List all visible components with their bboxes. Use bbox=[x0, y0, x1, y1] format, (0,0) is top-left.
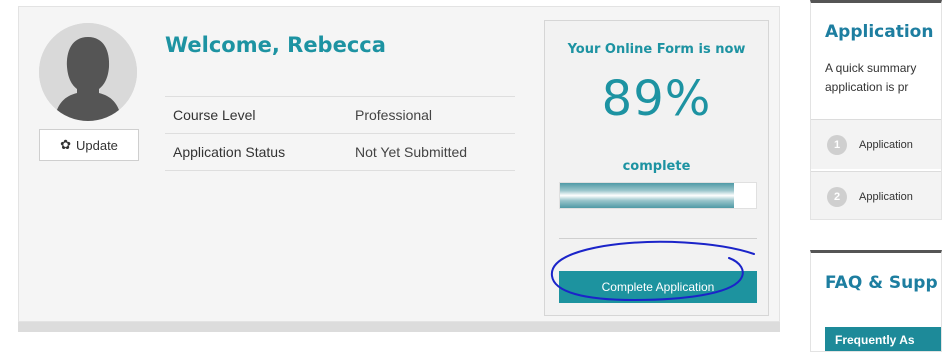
update-button-label: Update bbox=[75, 137, 118, 153]
progress-bar-fill bbox=[560, 183, 735, 208]
summary-title: Application bbox=[825, 22, 934, 42]
progress-panel: Your Online Form is now 89% complete Com… bbox=[544, 20, 769, 316]
info-row-application-status: Application Status Not Yet Submitted bbox=[165, 134, 515, 171]
avatar bbox=[39, 23, 137, 121]
progress-complete-label: complete bbox=[622, 159, 691, 174]
progress-bar bbox=[559, 182, 757, 209]
application-summary-card: Application A quick summary application … bbox=[810, 0, 942, 220]
summary-step-1[interactable]: 1 Application bbox=[811, 119, 941, 169]
info-key: Course Level bbox=[173, 107, 256, 123]
card-bottom-bar bbox=[18, 322, 780, 332]
info-key: Application Status bbox=[173, 144, 286, 160]
summary-description: A quick summary application is pr bbox=[825, 59, 941, 97]
complete-application-button[interactable]: Complete Application bbox=[559, 271, 757, 303]
info-row-course-level: Course Level Professional bbox=[165, 97, 515, 134]
update-button[interactable]: ✿ Update bbox=[39, 129, 139, 161]
step-number: 1 bbox=[827, 134, 847, 155]
info-value: Not Yet Submitted bbox=[355, 144, 468, 160]
step-label: Application bbox=[859, 138, 913, 151]
welcome-card: ✿ Update Welcome, Rebecca Course Level P… bbox=[18, 6, 780, 322]
summary-desc-line: application is pr bbox=[825, 80, 909, 94]
user-silhouette-icon bbox=[39, 23, 137, 121]
progress-title: Your Online Form is now bbox=[567, 42, 746, 57]
step-label: Application bbox=[859, 190, 913, 203]
summary-desc-line: A quick summary bbox=[825, 61, 917, 75]
info-value: Professional bbox=[355, 107, 433, 123]
frequently-asked-button[interactable]: Frequently As bbox=[825, 327, 941, 351]
faq-support-card: FAQ & Supp Frequently As bbox=[810, 250, 942, 352]
step-number: 2 bbox=[827, 186, 847, 207]
application-info-table: Course Level Professional Application St… bbox=[165, 96, 515, 171]
summary-step-2[interactable]: 2 Application bbox=[811, 171, 941, 219]
divider bbox=[559, 238, 757, 239]
progress-percent: 89% bbox=[601, 71, 712, 127]
faq-title: FAQ & Supp bbox=[825, 273, 938, 293]
welcome-heading: Welcome, Rebecca bbox=[165, 33, 386, 57]
gear-icon: ✿ bbox=[60, 137, 71, 152]
